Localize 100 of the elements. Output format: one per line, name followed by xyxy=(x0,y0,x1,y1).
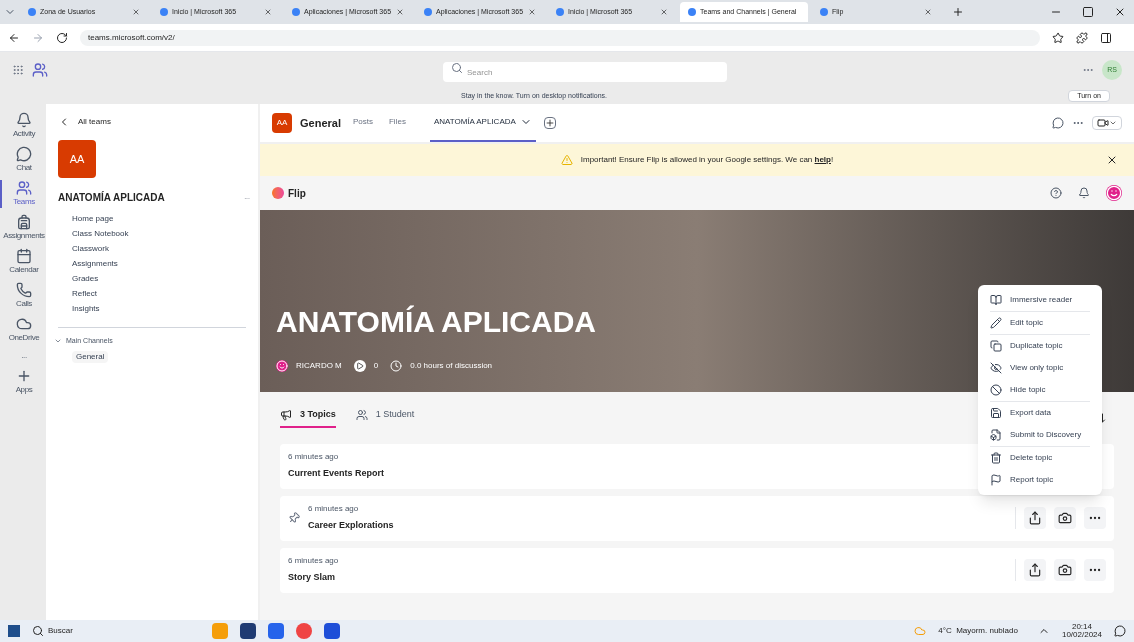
more-icon[interactable] xyxy=(1084,559,1106,581)
video-icon xyxy=(1097,117,1109,129)
rail-button[interactable]: ... xyxy=(0,350,46,362)
topics-tab[interactable]: 1 Student xyxy=(355,408,415,428)
chat-icon[interactable] xyxy=(1052,117,1064,129)
app-icon[interactable] xyxy=(296,623,312,639)
close-tab-icon[interactable] xyxy=(132,8,140,16)
rail-button[interactable]: Calendar xyxy=(0,248,46,276)
sidebar-item[interactable]: Home page xyxy=(72,213,250,225)
close-tab-icon[interactable] xyxy=(396,8,404,16)
menu-item[interactable]: Duplicate topic xyxy=(978,335,1102,357)
new-tab-icon[interactable] xyxy=(952,6,964,18)
menu-item-icon xyxy=(990,340,1002,352)
menu-item[interactable]: Delete topic xyxy=(978,447,1102,469)
help-icon[interactable] xyxy=(1050,187,1062,199)
close-icon[interactable] xyxy=(1106,154,1118,166)
url-field[interactable]: teams.microsoft.com/v2/ xyxy=(80,29,1040,46)
rail-button[interactable]: Calls xyxy=(0,282,46,310)
site-icon xyxy=(292,8,300,16)
close-tab-icon[interactable] xyxy=(660,8,668,16)
menu-item-icon xyxy=(990,407,1002,419)
menu-item[interactable]: Immersive reader xyxy=(978,289,1102,311)
banner-text: Important! Ensure Flip is allowed in your Google settings. We can help! xyxy=(580,154,834,166)
side-panel-icon[interactable] xyxy=(1100,31,1112,44)
team-avatar: AA xyxy=(58,140,96,178)
topics-tab[interactable]: 3 Topics xyxy=(280,408,336,428)
menu-item[interactable]: View only topic xyxy=(978,357,1102,379)
share-icon[interactable] xyxy=(1024,559,1046,581)
app-icon[interactable] xyxy=(324,623,340,639)
search-icon xyxy=(451,61,463,74)
close-window-icon[interactable] xyxy=(1114,6,1126,18)
team-name: ANATOMÍA APLICADA xyxy=(58,190,166,205)
video-call-button[interactable] xyxy=(1092,116,1122,130)
share-icon[interactable] xyxy=(1024,507,1046,529)
menu-item[interactable]: Submit to Discovery xyxy=(978,424,1102,446)
camera-icon[interactable] xyxy=(1054,559,1076,581)
menu-item[interactable]: Hide topic xyxy=(978,379,1102,401)
more-icon[interactable] xyxy=(1084,507,1106,529)
rail-button[interactable]: Assignments xyxy=(0,214,46,242)
menu-item-icon xyxy=(990,474,1002,486)
sidebar-item[interactable]: Assignments xyxy=(72,258,250,270)
rail-icon xyxy=(16,146,32,162)
channel-tab[interactable]: Posts xyxy=(348,104,377,142)
notifications-icon[interactable] xyxy=(1078,187,1090,199)
all-teams-link[interactable]: All teams xyxy=(58,116,250,128)
topic-card[interactable]: 6 minutes ago Story Slam xyxy=(280,547,1114,593)
rail-button[interactable]: OneDrive xyxy=(0,316,46,344)
channel-name: General xyxy=(300,115,341,131)
sidebar-item[interactable]: Class Notebook xyxy=(72,228,250,240)
app-icon[interactable] xyxy=(268,623,284,639)
sidebar-item[interactable]: Insights xyxy=(72,303,250,315)
channel-item[interactable]: General xyxy=(72,350,109,363)
extensions-icon[interactable] xyxy=(1076,31,1088,44)
menu-item-icon xyxy=(990,429,1002,441)
app-icon[interactable] xyxy=(240,623,256,639)
rail-button[interactable]: Chat xyxy=(0,146,46,174)
maximize-icon[interactable] xyxy=(1082,6,1094,18)
back-icon[interactable] xyxy=(8,31,20,44)
close-tab-icon[interactable] xyxy=(528,8,536,16)
menu-item[interactable]: Export data xyxy=(978,402,1102,424)
rail-button[interactable]: Apps xyxy=(0,368,46,396)
menu-item[interactable]: Edit topic xyxy=(978,312,1102,334)
rail-icon xyxy=(16,282,32,298)
clock-time: 20:14 xyxy=(1071,623,1092,631)
topic-time: 6 minutes ago xyxy=(288,555,339,568)
close-tab-icon[interactable] xyxy=(924,8,932,16)
taskbar-search-field[interactable]: Buscar xyxy=(48,625,168,637)
menu-item-icon xyxy=(990,452,1002,464)
rail-icon xyxy=(16,112,32,128)
sidebar-item[interactable]: Grades xyxy=(72,273,250,285)
weather-text: 4°C Mayorm. nublado xyxy=(938,625,1018,637)
bookmark-icon[interactable] xyxy=(1052,31,1064,44)
search-icon xyxy=(32,625,44,637)
rail-button[interactable]: Activity xyxy=(0,112,46,140)
camera-icon[interactable] xyxy=(1054,507,1076,529)
owner-avatar-icon xyxy=(276,360,288,372)
menu-item[interactable]: Report topic xyxy=(978,469,1102,491)
rail-icon xyxy=(16,248,32,264)
menu-item-icon xyxy=(990,362,1002,374)
owner-name: RICARDO M xyxy=(296,360,342,372)
add-tab-icon[interactable] xyxy=(543,117,556,129)
channel-tab[interactable]: Files xyxy=(385,104,410,142)
site-icon xyxy=(688,8,696,16)
discussion-hours: 0.0 hours of discussion xyxy=(410,360,493,372)
topic-title: Career Explorations xyxy=(308,519,394,533)
site-icon xyxy=(160,8,168,16)
channel-tab[interactable]: ANATOMÍA APLICADA xyxy=(429,104,536,142)
close-tab-icon[interactable] xyxy=(264,8,272,16)
rail-icon xyxy=(16,316,32,332)
reload-icon[interactable] xyxy=(56,31,68,44)
channel-avatar: AA xyxy=(272,113,292,133)
app-grid-icon[interactable] xyxy=(12,64,24,76)
menu-item-icon xyxy=(990,384,1002,396)
sidebar-item[interactable]: Classwork xyxy=(72,243,250,255)
caret-icon xyxy=(1109,119,1117,127)
search-field[interactable]: Search xyxy=(443,62,727,83)
profile-icon[interactable] xyxy=(1106,185,1122,201)
topic-card[interactable]: 6 minutes ago Career Explorations xyxy=(280,495,1114,541)
notifications-icon[interactable] xyxy=(1114,625,1126,637)
sidebar-item[interactable]: Reflect xyxy=(72,288,250,300)
